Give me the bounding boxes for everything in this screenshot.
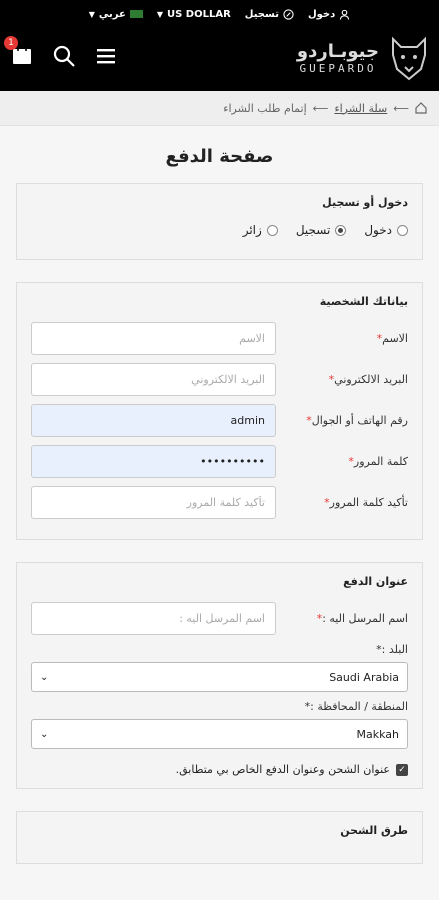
- same-address-label: عنوان الشحن وعنوان الدفع الخاص بي متطابق…: [175, 763, 390, 776]
- recipient-label: اسم المرسل اليه :*: [316, 612, 408, 625]
- register-link[interactable]: تسجيل: [245, 9, 294, 20]
- region-select[interactable]: Makkah ⌄: [31, 719, 408, 749]
- chevron-down-icon: ⌄: [40, 728, 49, 740]
- same-address-option[interactable]: ✓ عنوان الشحن وعنوان الدفع الخاص بي متطا…: [31, 763, 408, 776]
- country-field: البلد :* Saudi Arabia ⌄: [31, 643, 408, 692]
- phone-label: رقم الهاتف أو الجوال*: [306, 414, 408, 427]
- recipient-input[interactable]: [31, 602, 276, 635]
- country-label: البلد :*: [376, 643, 408, 656]
- phone-input[interactable]: [31, 404, 276, 437]
- home-icon[interactable]: [415, 102, 427, 114]
- language-label: عربي: [98, 8, 126, 20]
- currency-selector[interactable]: US DOLLAR ▼: [157, 9, 231, 20]
- email-label: البريد الالكتروني*: [328, 373, 408, 386]
- cart-button[interactable]: 1: [4, 36, 34, 70]
- radio-label: تسجيل: [295, 223, 331, 237]
- recipient-row: اسم المرسل اليه :*: [31, 602, 408, 635]
- chevron-down-icon: ▼: [156, 9, 163, 19]
- logo-text: جيوبـاردو GUEPARDO: [297, 41, 379, 75]
- radio-button[interactable]: [397, 224, 408, 236]
- logo-english: GUEPARDO: [299, 62, 377, 75]
- site-header: دخول تسجيل US DOLLAR ▼ عربي ▼ جيوبـاردو …: [0, 0, 439, 91]
- name-row: الاسم*: [31, 322, 408, 355]
- shipping-methods-section: طرق الشحن: [16, 811, 423, 864]
- breadcrumb-checkout[interactable]: إتمام طلب الشراء: [223, 102, 306, 115]
- section-title: دخول أو تسجيل: [322, 196, 408, 209]
- region-value: Makkah: [356, 727, 400, 741]
- country-select[interactable]: Saudi Arabia ⌄: [31, 662, 408, 692]
- chevron-down-icon: ⌄: [40, 671, 49, 683]
- register-label: تسجيل: [244, 8, 279, 20]
- confirm-password-row: تأكيد كلمة المرور*: [31, 486, 408, 519]
- search-icon[interactable]: [52, 44, 76, 68]
- phone-row: رقم الهاتف أو الجوال*: [31, 404, 408, 437]
- chevron-down-icon: ▼: [88, 9, 95, 19]
- login-label: دخول: [307, 8, 336, 20]
- brand-logo[interactable]: جيوبـاردو GUEPARDO: [297, 30, 431, 86]
- radio-register[interactable]: تسجيل: [296, 223, 347, 237]
- cart-count-badge: 1: [4, 36, 18, 50]
- checkbox[interactable]: ✓: [396, 763, 408, 776]
- password-input[interactable]: [31, 445, 276, 478]
- arrow-icon: ⟵: [312, 101, 329, 115]
- login-link[interactable]: دخول: [308, 9, 350, 20]
- region-label: المنطقة / المحافظة :*: [304, 700, 408, 713]
- confirm-password-input[interactable]: [31, 486, 276, 519]
- section-title: بياناتك الشخصية: [319, 295, 408, 308]
- top-bar: دخول تسجيل US DOLLAR ▼ عربي ▼: [0, 0, 439, 28]
- region-field: المنطقة / المحافظة :* Makkah ⌄: [31, 700, 408, 749]
- edit-icon: [283, 8, 294, 20]
- main-bar: جيوبـاردو GUEPARDO 1: [0, 30, 439, 90]
- section-title: عنوان الدفع: [343, 575, 408, 588]
- breadcrumb: ⟵ سلة الشراء ⟵ إتمام طلب الشراء: [0, 91, 439, 126]
- name-label: الاسم*: [376, 332, 408, 345]
- arrow-icon: ⟵: [393, 101, 409, 115]
- user-icon: [340, 9, 350, 20]
- radio-button[interactable]: [335, 224, 347, 236]
- section-title: طرق الشحن: [340, 824, 408, 837]
- name-input[interactable]: [31, 322, 276, 355]
- radio-login[interactable]: دخول: [364, 223, 408, 237]
- personal-details-section: بياناتك الشخصية الاسم* البريد الالكتروني…: [16, 282, 423, 540]
- password-label: كلمة المرور*: [348, 455, 408, 468]
- radio-label: دخول: [364, 223, 392, 237]
- radio-button[interactable]: [266, 224, 278, 236]
- billing-address-section: عنوان الدفع اسم المرسل اليه :* البلد :* …: [16, 562, 423, 789]
- login-register-section: دخول أو تسجيل دخول تسجيل زائر: [16, 183, 423, 260]
- breadcrumb-cart[interactable]: سلة الشراء: [334, 102, 387, 115]
- saudi-flag-icon: [129, 10, 143, 18]
- logo-arabic: جيوبـاردو: [296, 41, 379, 62]
- language-selector[interactable]: عربي ▼: [89, 9, 143, 20]
- page-title: صفحة الدفع: [165, 146, 274, 167]
- panther-logo-icon: [392, 36, 426, 81]
- radio-label: زائر: [242, 223, 262, 237]
- header-actions: 1: [4, 36, 118, 70]
- account-type-options: دخول تسجيل زائر: [31, 223, 408, 247]
- country-value: Saudi Arabia: [329, 670, 399, 684]
- confirm-password-label: تأكيد كلمة المرور*: [324, 496, 408, 509]
- radio-guest[interactable]: زائر: [243, 223, 278, 237]
- password-row: كلمة المرور*: [31, 445, 408, 478]
- currency-label: US DOLLAR: [167, 8, 231, 20]
- menu-icon[interactable]: [94, 44, 118, 68]
- email-input[interactable]: [31, 363, 276, 396]
- email-row: البريد الالكتروني*: [31, 363, 408, 396]
